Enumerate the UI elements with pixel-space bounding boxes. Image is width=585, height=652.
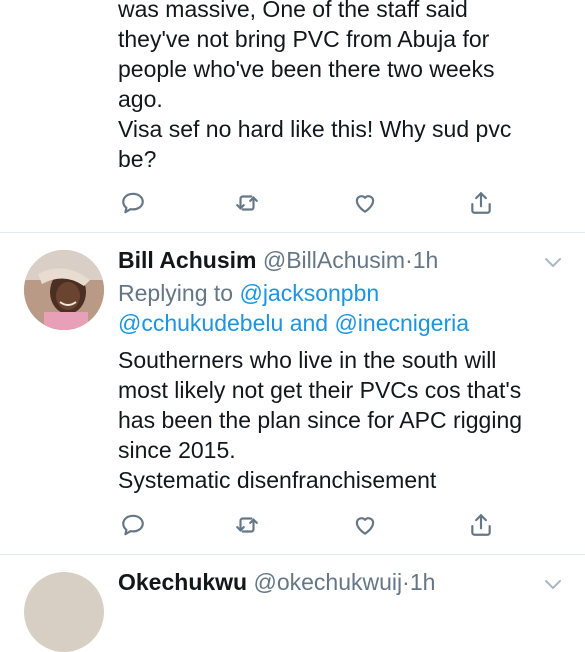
heart-icon [355,195,375,213]
tweet-2-text-line: since 2015. [118,437,236,463]
share-button[interactable] [466,188,496,218]
reply-button[interactable] [118,510,148,540]
mention-link[interactable]: @jacksonpbn [239,280,379,306]
like-button[interactable] [350,188,380,218]
user-handle[interactable]: @BillAchusim [263,247,405,273]
tweet-2-text-line: Systematic disenfranchisement [118,467,437,493]
heart-icon [355,517,375,535]
display-name[interactable]: Bill Achusim [118,247,256,273]
divider [0,554,585,555]
avatar-photo [24,250,104,330]
avatar[interactable] [24,250,104,330]
tweet-1-text-line: be? [118,146,157,172]
reply-button[interactable] [118,188,148,218]
chevron-down-icon [545,258,561,267]
chevron-down-icon [545,580,561,589]
replying-prefix: Replying to [118,280,234,306]
replying-and: and [289,310,329,336]
mention-link[interactable]: @inecnigeria [334,310,469,336]
tweet-3-header: Okechukwu @okechukwuij·1h [118,567,565,597]
retweet-button[interactable] [232,188,262,218]
replying-to-cont: @cchukudebelu and @inecnigeria [118,308,565,338]
share-icon [471,192,491,214]
tweet-2-text-line: has been the plan since for APC rigging [118,407,523,433]
like-button[interactable] [350,510,380,540]
tweet-menu-button[interactable] [541,572,565,596]
separator: · [402,569,410,595]
separator: · [405,247,413,273]
share-icon [471,514,491,536]
tweet-1-text-line: was massive, One of the staff said [118,0,468,22]
retweet-icon [236,517,258,533]
reply-icon [122,514,144,536]
tweet-2-header: Bill Achusim @BillAchusim·1h [118,245,565,275]
mention-link[interactable]: @cchukudebelu [118,310,283,336]
display-name[interactable]: Okechukwu [118,569,247,595]
tweet-1-text-line: Visa sef no hard like this! Why sud pvc [118,116,512,142]
tweet-1-text: was massive, One of the staff said they'… [118,0,565,174]
reply-icon [122,192,144,214]
tweet-1-text-line: people who've been there two weeks [118,56,495,82]
retweet-button[interactable] [232,510,262,540]
tweet-2-text-line: most likely not get their PVCs cos that'… [118,377,522,403]
divider [0,232,585,233]
tweet-1-text-line: they've not bring PVC from Abuja for [118,26,490,52]
tweet-2-text: Southerners who live in the south will m… [118,345,565,495]
user-handle[interactable]: @okechukwuij [254,569,403,595]
retweet-icon [236,195,258,211]
avatar[interactable] [24,572,104,652]
timestamp[interactable]: 1h [410,569,436,595]
share-button[interactable] [466,510,496,540]
tweet-2-actions [118,510,498,540]
replying-to: Replying to @jacksonpbn [118,278,565,308]
tweet-menu-button[interactable] [541,250,565,274]
tweet-1-text-line: ago. [118,86,163,112]
tweet-1-actions [118,188,498,218]
tweet-2-text-line: Southerners who live in the south will [118,347,497,373]
timestamp[interactable]: 1h [413,247,439,273]
